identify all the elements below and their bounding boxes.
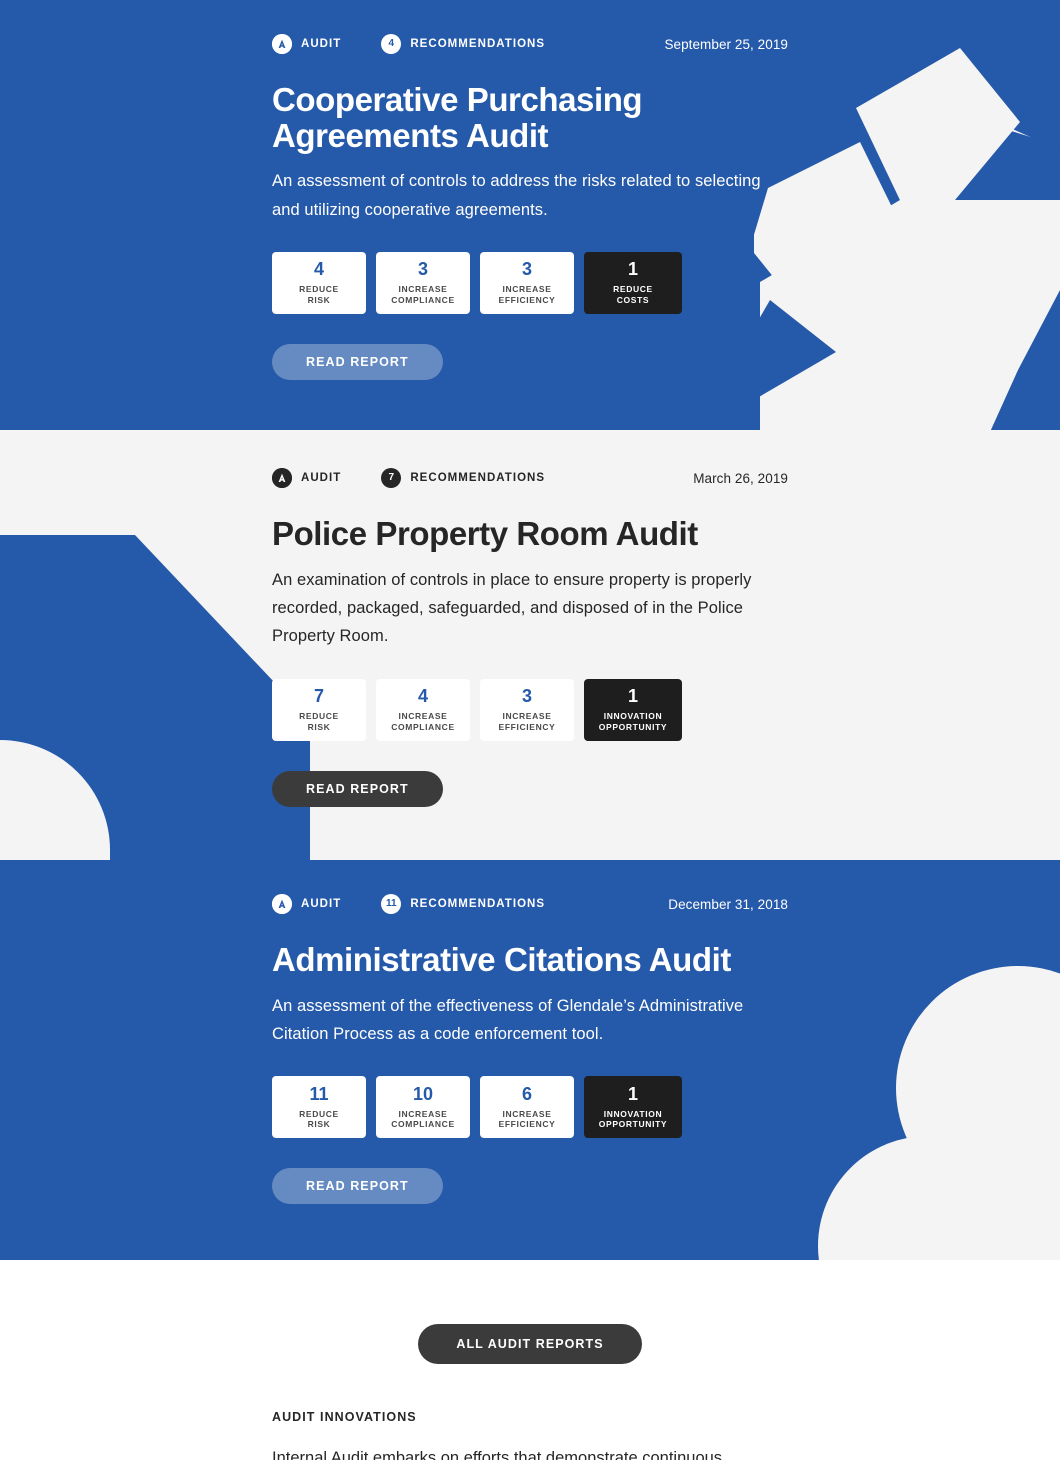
- stat-box: 11 REDUCE RISK: [272, 1076, 366, 1139]
- page-root: AUDIT 4 RECOMMENDATIONS September 25, 20…: [0, 0, 1060, 1460]
- stat-label: INNOVATION OPPORTUNITY: [598, 711, 668, 732]
- stat-box: 3 INCREASE EFFICIENCY: [480, 252, 574, 314]
- stat-box: 3 INCREASE COMPLIANCE: [376, 252, 470, 314]
- stat-value: 6: [521, 1083, 532, 1104]
- stat-value: 3: [521, 259, 532, 280]
- stat-value: 3: [417, 259, 428, 280]
- stat-label: INCREASE EFFICIENCY: [498, 711, 556, 732]
- card-meta-row: AUDIT 11 RECOMMENDATIONS December 31, 20…: [272, 892, 788, 916]
- card-title: Cooperative Purchasing Agreements Audit: [272, 81, 643, 154]
- recommendations-label: RECOMMENDATIONS: [410, 38, 546, 50]
- stat-label: REDUCE COSTS: [613, 284, 653, 305]
- stat-label: INCREASE COMPLIANCE: [391, 1108, 455, 1130]
- stat-value: 3: [521, 686, 532, 707]
- card-meta-row: AUDIT 4 RECOMMENDATIONS September 25, 20…: [272, 32, 788, 56]
- audit-circle-a-icon: [272, 468, 292, 488]
- recommendations-label: RECOMMENDATIONS: [410, 898, 546, 910]
- stat-label: INCREASE COMPLIANCE: [391, 284, 455, 305]
- audit-card-administrative-citations: AUDIT 11 RECOMMENDATIONS December 31, 20…: [0, 860, 1060, 1260]
- card-description: An examination of controls in place to e…: [272, 570, 752, 646]
- stat-label: REDUCE RISK: [299, 1108, 339, 1130]
- stat-box-highlighted: 1 REDUCE COSTS: [584, 252, 682, 314]
- stat-box-group: 7 REDUCE RISK 4 INCREASE COMPLIANCE 3 IN…: [272, 678, 788, 741]
- stat-label: INNOVATION OPPORTUNITY: [598, 1108, 668, 1130]
- stat-label: INCREASE EFFICIENCY: [498, 1108, 556, 1130]
- read-report-button[interactable]: READ REPORT: [272, 770, 443, 807]
- decorative-burst-shape: [740, 0, 1060, 430]
- card-content: AUDIT 7 RECOMMENDATIONS March 26, 2019 P…: [272, 466, 788, 807]
- audit-tag[interactable]: AUDIT: [272, 34, 341, 54]
- decorative-cloud-shape: [818, 966, 1060, 1260]
- card-meta-row: AUDIT 7 RECOMMENDATIONS March 26, 2019: [272, 466, 788, 490]
- read-report-button[interactable]: READ REPORT: [272, 344, 443, 380]
- card-actions: READ REPORT: [272, 770, 788, 807]
- recommendations-count-badge: 11: [381, 894, 402, 914]
- stat-label: INCREASE EFFICIENCY: [498, 284, 556, 305]
- recommendations-tag[interactable]: 11 RECOMMENDATIONS: [381, 894, 545, 914]
- audit-card-cooperative-purchasing: AUDIT 4 RECOMMENDATIONS September 25, 20…: [0, 0, 1060, 430]
- recommendations-label: RECOMMENDATIONS: [410, 472, 546, 484]
- stat-box-group: 4 REDUCE RISK 3 INCREASE COMPLIANCE 3 IN…: [272, 252, 788, 314]
- stat-label: REDUCE RISK: [299, 711, 339, 732]
- recommendations-tag[interactable]: 4 RECOMMENDATIONS: [381, 34, 545, 54]
- audit-label: AUDIT: [301, 898, 342, 910]
- audit-circle-a-icon: [272, 34, 292, 54]
- decorative-chamfered-block: [0, 535, 310, 860]
- stat-value: 4: [313, 259, 324, 280]
- stat-box: 6 INCREASE EFFICIENCY: [480, 1076, 574, 1139]
- card-date: December 31, 2018: [668, 896, 788, 912]
- card-description: An assessment of controls to address the…: [272, 172, 761, 219]
- card-date: September 25, 2019: [664, 36, 788, 52]
- stat-box: 10 INCREASE COMPLIANCE: [376, 1076, 470, 1139]
- stat-box-highlighted: 1 INNOVATION OPPORTUNITY: [584, 678, 682, 741]
- stat-box: 4 REDUCE RISK: [272, 252, 366, 314]
- audit-card-police-property-room: AUDIT 7 RECOMMENDATIONS March 26, 2019 P…: [0, 430, 1060, 860]
- stat-box: 3 INCREASE EFFICIENCY: [480, 678, 574, 741]
- stat-box: 4 INCREASE COMPLIANCE: [376, 678, 470, 741]
- stat-box: 7 REDUCE RISK: [272, 678, 366, 741]
- audit-tag[interactable]: AUDIT: [272, 468, 341, 488]
- stat-label: INCREASE COMPLIANCE: [391, 711, 455, 732]
- stat-value: 11: [309, 1083, 329, 1104]
- stat-value: 1: [627, 686, 638, 707]
- card-content: AUDIT 4 RECOMMENDATIONS September 25, 20…: [272, 32, 788, 380]
- card-description: An assessment of the effectiveness of Gl…: [272, 996, 744, 1043]
- card-content: AUDIT 11 RECOMMENDATIONS December 31, 20…: [272, 892, 788, 1205]
- card-actions: READ REPORT: [272, 1168, 788, 1205]
- stat-box-highlighted: 1 INNOVATION OPPORTUNITY: [584, 1076, 682, 1139]
- audit-label: AUDIT: [301, 472, 342, 484]
- recommendations-count-badge: 4: [381, 34, 402, 54]
- stat-box-group: 11 REDUCE RISK 10 INCREASE COMPLIANCE 6 …: [272, 1076, 788, 1139]
- footer-section: ALL AUDIT REPORTS AUDIT INNOVATIONS Inte…: [0, 1260, 1060, 1460]
- recommendations-tag[interactable]: 7 RECOMMENDATIONS: [381, 468, 545, 488]
- stat-value: 10: [412, 1083, 434, 1104]
- stat-value: 1: [627, 259, 638, 280]
- recommendations-count-badge: 7: [381, 468, 402, 488]
- card-title: Police Property Room Audit: [272, 515, 698, 552]
- stat-value: 4: [417, 686, 428, 707]
- read-report-button[interactable]: READ REPORT: [272, 1168, 443, 1205]
- audit-innovations-kicker: AUDIT INNOVATIONS: [272, 1410, 417, 1424]
- stat-value: 7: [313, 686, 324, 707]
- audit-circle-a-icon: [272, 894, 292, 914]
- card-actions: READ REPORT: [272, 344, 788, 380]
- audit-label: AUDIT: [301, 38, 342, 50]
- card-date: March 26, 2019: [693, 470, 788, 486]
- stat-label: REDUCE RISK: [299, 284, 339, 305]
- audit-innovations-copy: Internal Audit embarks on efforts that d…: [272, 1449, 723, 1460]
- card-title: Administrative Citations Audit: [272, 941, 731, 978]
- all-audit-reports-button[interactable]: ALL AUDIT REPORTS: [418, 1324, 642, 1364]
- audit-tag[interactable]: AUDIT: [272, 894, 341, 914]
- all-reports-row: ALL AUDIT REPORTS: [0, 1324, 1060, 1364]
- stat-value: 1: [627, 1083, 638, 1104]
